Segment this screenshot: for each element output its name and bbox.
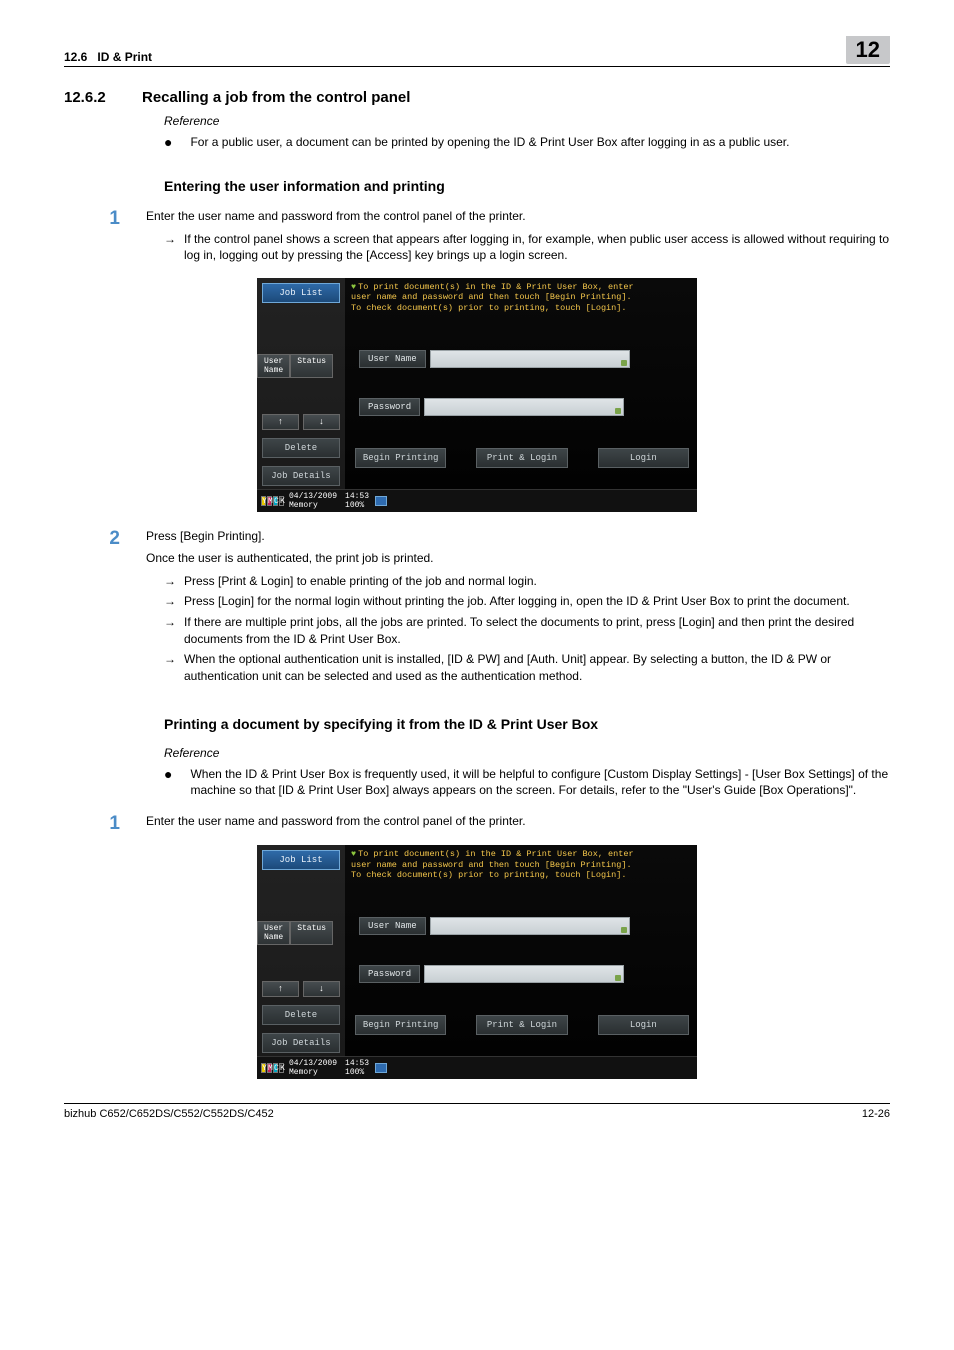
footer-left: bizhub C652/C652DS/C552/C552DS/C452 [64,1108,274,1120]
head-section-title: ID & Print [97,50,152,64]
step1-text: Enter the user name and password from th… [146,208,890,225]
subheading-printing: Printing a document by specifying it fro… [164,716,890,732]
arrow-icon: → [164,573,176,590]
status-tab[interactable]: Status [290,921,333,945]
panel-help-message: ♥To print document(s) in the ID & Print … [351,282,691,314]
panel-status-bar: Y M C K 04/13/2009Memory 14:53100% [257,489,697,512]
status-tab[interactable]: Status [290,354,333,378]
step2-arrow-item: →Press [Login] for the normal login with… [164,593,890,610]
reference-bullet: ● For a public user, a document can be pr… [164,134,890,150]
status-date: 04/13/2009 [289,492,337,501]
user-name-label: User Name [359,917,426,935]
print-and-login-button[interactable]: Print & Login [476,448,567,468]
toner-y-icon: Y [261,1063,266,1073]
step-number: 1 [64,208,120,268]
step2-after: Once the user is authenticated, the prin… [146,550,890,567]
user-name-col: User Name [257,354,290,378]
bullet-dot: ● [164,135,172,150]
reference-bullet-text: For a public user, a document can be pri… [190,134,789,150]
bulb-icon: ♥ [351,849,356,859]
status-memory-label: Memory [289,501,318,510]
job-list-button[interactable]: Job List [262,283,340,303]
arrow-icon: → [164,593,176,610]
user-name-label: User Name [359,350,426,368]
toner-c-icon: C [273,1063,278,1073]
step1b-text: Enter the user name and password from th… [146,813,890,830]
scroll-down-button[interactable]: ↓ [303,414,340,430]
head-chapter-no: 12 [846,36,890,64]
toner-indicators: Y M C K [261,496,284,506]
toner-c-icon: C [273,496,278,506]
reference-bullet-2-text: When the ID & Print User Box is frequent… [190,766,890,798]
section-number: 12.6.2 [64,89,120,106]
running-head: 12.6 ID & Print 12 [64,36,890,67]
scroll-down-button[interactable]: ↓ [303,981,340,997]
user-name-input[interactable] [430,917,630,935]
reference-label: Reference [164,114,890,128]
print-and-login-button[interactable]: Print & Login [476,1015,567,1035]
scroll-up-button[interactable]: ↑ [262,414,299,430]
control-panel-screenshot-2: Job List User NameStatus ↑ ↓ Delete Job … [257,845,697,1079]
toner-m-icon: M [267,496,272,506]
bulb-icon: ♥ [351,282,356,292]
begin-printing-button[interactable]: Begin Printing [355,448,446,468]
status-memory-label: Memory [289,1068,318,1077]
toner-k-icon: K [279,496,284,506]
begin-printing-button[interactable]: Begin Printing [355,1015,446,1035]
hdd-icon [375,1063,387,1073]
hdd-icon [375,496,387,506]
status-memory-val: 100% [345,1068,364,1077]
page-footer: bizhub C652/C652DS/C552/C552DS/C452 12-2… [64,1103,890,1120]
head-section-no: 12.6 [64,50,87,64]
password-input[interactable] [424,398,624,416]
status-date: 04/13/2009 [289,1059,337,1068]
login-button[interactable]: Login [598,1015,689,1035]
step-number: 2 [64,528,120,688]
reference-bullet-2: ● When the ID & Print User Box is frequen… [164,766,890,798]
reference-label-2: Reference [164,746,890,760]
job-list-button[interactable]: Job List [262,850,340,870]
status-time: 14:53 [345,492,369,501]
panel-help-message: ♥To print document(s) in the ID & Print … [351,849,691,881]
delete-button[interactable]: Delete [262,1005,340,1025]
arrow-icon: → [164,614,176,647]
password-label: Password [359,965,420,983]
step-2: 2 Press [Begin Printing]. Once the user … [64,528,890,688]
control-panel-screenshot-1: Job List User NameStatus ↑ ↓ Delete Job … [257,278,697,512]
step1-arrow-text: If the control panel shows a screen that… [184,231,890,264]
subheading-entering: Entering the user information and printi… [164,178,890,194]
panel-status-bar: Y M C K 04/13/2009Memory 14:53100% [257,1056,697,1079]
login-button[interactable]: Login [598,448,689,468]
status-memory-val: 100% [345,501,364,510]
step-number: 1 [64,813,120,836]
arrow-icon: → [164,651,176,684]
step2-arrow-item: →Press [Print & Login] to enable printin… [164,573,890,590]
password-label: Password [359,398,420,416]
job-details-button[interactable]: Job Details [262,1033,340,1053]
scroll-up-button[interactable]: ↑ [262,981,299,997]
delete-button[interactable]: Delete [262,438,340,458]
status-time: 14:53 [345,1059,369,1068]
toner-indicators: Y M C K [261,1063,284,1073]
step2-arrow-item: →If there are multiple print jobs, all t… [164,614,890,647]
arrow-icon: → [164,231,176,264]
step2-text: Press [Begin Printing]. [146,528,890,545]
toner-k-icon: K [279,1063,284,1073]
section-title: Recalling a job from the control panel [142,89,410,106]
step1-arrow-item: →If the control panel shows a screen tha… [164,231,890,264]
toner-m-icon: M [267,1063,272,1073]
toner-y-icon: Y [261,496,266,506]
user-name-input[interactable] [430,350,630,368]
user-name-col: User Name [257,921,290,945]
footer-right: 12-26 [862,1108,890,1120]
password-input[interactable] [424,965,624,983]
section-heading: 12.6.2 Recalling a job from the control … [64,89,890,106]
bullet-dot: ● [164,767,172,798]
step-1b: 1 Enter the user name and password from … [64,813,890,836]
step2-arrow-item: →When the optional authentication unit i… [164,651,890,684]
step-1: 1 Enter the user name and password from … [64,208,890,268]
job-details-button[interactable]: Job Details [262,466,340,486]
